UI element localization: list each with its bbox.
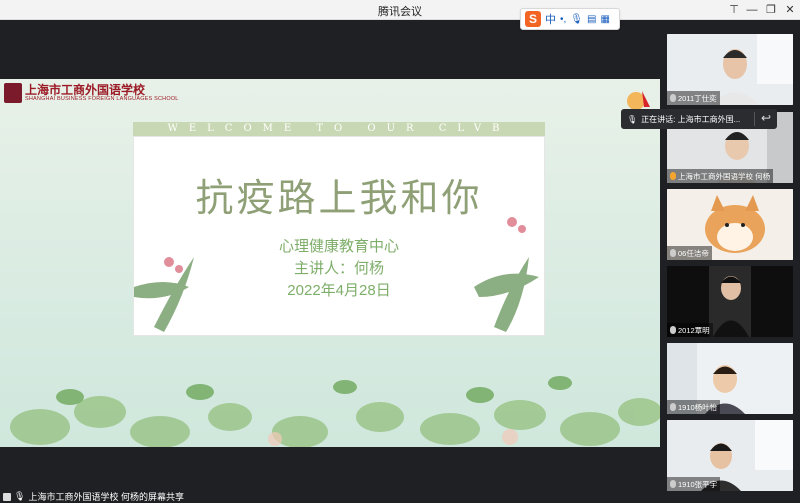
meeting-window: 腾讯会议 ⊤ — ❐ ✕ S 中 •, 🎙 ▤ ▦ 上海市工商外国语学校 SHA… — [0, 0, 800, 503]
participant-tile[interactable]: 1910张平宇 — [667, 420, 793, 491]
mic-muted-icon — [670, 480, 676, 488]
school-crest-icon — [4, 83, 22, 103]
apps-icon[interactable]: ▦ — [600, 14, 609, 25]
participant-tile[interactable]: 1910杨叶怡 — [667, 343, 793, 414]
mic-icon[interactable]: 🎙 — [570, 14, 583, 25]
minimize-icon[interactable]: — — [744, 2, 760, 18]
mic-muted-icon — [670, 94, 676, 102]
ime-mode-label[interactable]: 中 — [545, 11, 556, 27]
speaking-label: 正在讲话: 上海市工商外国... — [641, 114, 741, 124]
mic-icon: 🎙 — [14, 491, 26, 501]
back-arrow-icon[interactable]: ↩ — [761, 111, 771, 125]
speaking-mic-icon — [670, 172, 676, 180]
screen-share-label: 上海市工商外国语学校 何杨的屏幕共享 — [28, 492, 184, 502]
title-bar: 腾讯会议 ⊤ — ❐ ✕ — [0, 0, 800, 20]
participant-name: 2012覃明 — [678, 325, 710, 335]
keyboard-icon[interactable]: ▤ — [587, 14, 596, 25]
screen-share-status: 🎙 上海市工商外国语学校 何杨的屏幕共享 — [0, 490, 184, 503]
school-name-en: SHANGHAI BUSINESS FOREIGN LANGUAGES SCHO… — [25, 96, 179, 102]
mic-muted-icon — [670, 249, 676, 257]
participant-name: 2011丁仕奕 — [678, 93, 717, 103]
school-name-cn: 上海市工商外国语学校 — [25, 83, 146, 97]
school-logo: 上海市工商外国语学校 SHANGHAI BUSINESS FOREIGN LAN… — [4, 83, 179, 103]
screen-share-icon — [3, 492, 11, 501]
speaking-indicator: 🎙 正在讲话: 上海市工商外国... ↩ — [621, 109, 777, 129]
slide-speaker: 主讲人：何杨 — [293, 260, 384, 277]
participant-name: 上海市工商外国语学校 何杨 — [678, 171, 771, 181]
dot-icon[interactable]: •, — [560, 14, 566, 25]
participant-name-bar: 06任洁帝 — [667, 246, 712, 260]
mic-muted-icon — [670, 326, 676, 334]
ime-toolbar[interactable]: S 中 •, 🎙 ▤ ▦ — [520, 8, 620, 30]
participant-name-bar: 1910杨叶怡 — [667, 400, 721, 414]
participant-name: 1910张平宇 — [678, 479, 718, 489]
participant-name: 06任洁帝 — [678, 248, 709, 258]
slide-dept: 心理健康教育中心 — [278, 238, 399, 255]
pin-icon[interactable]: ⊤ — [726, 2, 742, 18]
participant-tile[interactable]: 2011丁仕奕 — [667, 34, 793, 105]
divider — [754, 112, 755, 126]
window-title: 腾讯会议 — [378, 6, 422, 18]
welcome-banner: WELCOME TO OUR CLVB — [133, 122, 545, 136]
participant-name: 1910杨叶怡 — [678, 402, 718, 412]
participant-tile[interactable]: 2012覃明 — [667, 266, 793, 337]
speaking-mic-icon: 🎙 — [627, 114, 638, 124]
participant-tile[interactable]: 06任洁帝 — [667, 189, 793, 260]
participant-name-bar: 1910张平宇 — [667, 477, 721, 491]
shared-screen: 上海市工商外国语学校 SHANGHAI BUSINESS FOREIGN LAN… — [0, 79, 660, 447]
maximize-icon[interactable]: ❐ — [763, 2, 779, 18]
mic-muted-icon — [670, 403, 676, 411]
participant-name-bar: 2012覃明 — [667, 323, 713, 337]
sogou-logo-icon[interactable]: S — [525, 11, 541, 27]
slide-title: 抗疫路上我和你 — [195, 176, 483, 220]
slide-date: 2022年4月28日 — [287, 282, 391, 299]
participant-name-bar: 2011丁仕奕 — [667, 91, 720, 105]
participant-name-bar: 上海市工商外国语学校 何杨 — [667, 169, 774, 183]
slide-card: 抗疫路上我和你 心理健康教育中心 主讲人：何杨 2022年4月28日 — [133, 136, 545, 336]
leaf-decoration — [10, 376, 660, 447]
close-icon[interactable]: ✕ — [782, 2, 798, 18]
